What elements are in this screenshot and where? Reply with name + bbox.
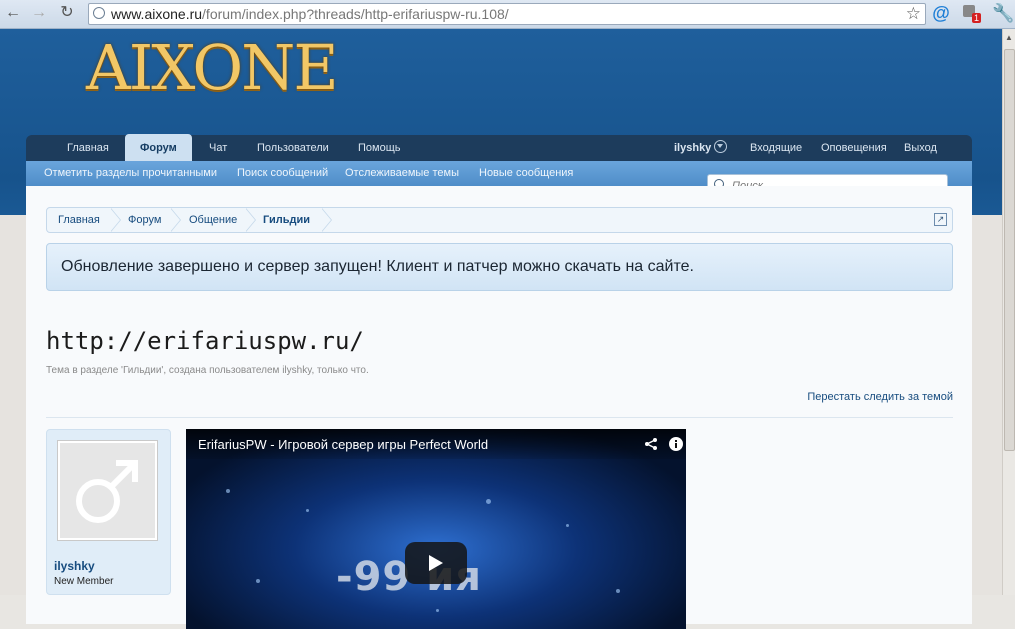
video-embed[interactable]: ErifariusPW - Игровой сервер игры Perfec… xyxy=(186,429,686,629)
breadcrumb-guilds[interactable]: Гильдии xyxy=(263,208,310,232)
url-text: www.aixone.ru/forum/index.php?threads/ht… xyxy=(111,6,509,22)
watched-threads-link[interactable]: Отслеживаемые темы xyxy=(345,161,459,185)
avatar[interactable] xyxy=(57,440,158,541)
video-particle xyxy=(436,609,439,612)
notice-banner: Обновление завершено и сервер запущен! К… xyxy=(46,243,953,291)
thread-meta: Тема в разделе 'Гильдии', создана пользо… xyxy=(46,365,369,376)
video-particle xyxy=(486,499,491,504)
nav-tab-chat[interactable]: Чат xyxy=(209,135,227,161)
account-menu[interactable]: ilyshky xyxy=(674,135,728,161)
main-nav: Главная Форум Чат Пользователи Помощь il… xyxy=(26,134,972,162)
breadcrumb-separator xyxy=(170,208,181,232)
divider xyxy=(46,417,953,418)
wrench-icon[interactable]: 🔧 xyxy=(992,3,1014,23)
mail-at-icon[interactable]: @ xyxy=(930,3,952,23)
video-particle xyxy=(226,489,230,493)
nav-tab-forum[interactable]: Форум xyxy=(125,134,192,162)
scrollbar-thumb[interactable] xyxy=(1004,49,1015,451)
logout-link[interactable]: Выход xyxy=(904,135,937,161)
video-particle xyxy=(256,579,260,583)
unwatch-thread-link[interactable]: Перестать следить за темой xyxy=(807,391,953,403)
forum-page: AIXONE Главная Форум Чат Пользователи По… xyxy=(0,29,1003,629)
account-username: ilyshky xyxy=(674,142,712,154)
notice-text: Обновление завершено и сервер запущен! К… xyxy=(61,258,694,275)
post-author-block: ilyshky New Member xyxy=(46,429,171,595)
forward-icon[interactable]: → xyxy=(30,4,48,22)
back-icon[interactable]: ← xyxy=(4,4,22,22)
video-particle xyxy=(566,524,569,527)
extension-icon[interactable]: 1 xyxy=(960,3,986,23)
inbox-link[interactable]: Входящие xyxy=(750,135,802,161)
new-posts-link[interactable]: Новые сообщения xyxy=(479,161,573,185)
alerts-link[interactable]: Оповещения xyxy=(821,135,887,161)
chevron-down-icon xyxy=(714,140,728,153)
search-posts-link[interactable]: Поиск сообщений xyxy=(237,161,328,185)
breadcrumb-separator xyxy=(110,208,121,232)
breadcrumb-general[interactable]: Общение xyxy=(189,208,237,232)
breadcrumb-forum[interactable]: Форум xyxy=(128,208,161,232)
page-scrollbar[interactable]: ▲ xyxy=(1002,29,1015,595)
video-particle xyxy=(306,509,309,512)
male-symbol-icon xyxy=(76,460,138,523)
breadcrumb-separator xyxy=(245,208,256,232)
browser-toolbar: ← → ↻ www.aixone.ru/forum/index.php?thre… xyxy=(0,0,1015,29)
extension-badge: 1 xyxy=(972,13,982,23)
jump-to-icon[interactable]: ↗ xyxy=(934,213,947,226)
video-title[interactable]: ErifariusPW - Игровой сервер игры Perfec… xyxy=(198,437,488,452)
info-icon[interactable] xyxy=(668,436,684,452)
breadcrumb-separator xyxy=(321,208,332,232)
bookmark-star-icon[interactable]: ☆ xyxy=(906,4,921,24)
reload-icon[interactable]: ↻ xyxy=(58,4,76,22)
nav-tab-home[interactable]: Главная xyxy=(67,135,109,161)
address-bar[interactable]: www.aixone.ru/forum/index.php?threads/ht… xyxy=(88,3,926,25)
play-button[interactable] xyxy=(405,542,467,584)
nav-tab-help[interactable]: Помощь xyxy=(358,135,401,161)
nav-tab-users[interactable]: Пользователи xyxy=(257,135,329,161)
main-content: Главная Форум Общение Гильдии ↗ Обновлен… xyxy=(26,186,972,629)
url-host: www.aixone.ru xyxy=(111,6,203,22)
site-logo[interactable]: AIXONE xyxy=(86,33,339,103)
breadcrumb: Главная Форум Общение Гильдии ↗ xyxy=(46,207,953,233)
thread-title: http://erifariuspw.ru/ xyxy=(46,327,364,355)
video-particle xyxy=(616,589,620,593)
scroll-up-icon[interactable]: ▲ xyxy=(1005,33,1013,42)
breadcrumb-home[interactable]: Главная xyxy=(58,208,100,232)
mark-read-link[interactable]: Отметить разделы прочитанными xyxy=(44,161,217,185)
post-author-role: New Member xyxy=(54,576,114,587)
share-icon[interactable] xyxy=(644,437,658,451)
post-author-name[interactable]: ilyshky xyxy=(54,559,95,573)
url-path: /forum/index.php?threads/http-erifariusp… xyxy=(202,6,509,22)
globe-icon xyxy=(93,7,105,19)
